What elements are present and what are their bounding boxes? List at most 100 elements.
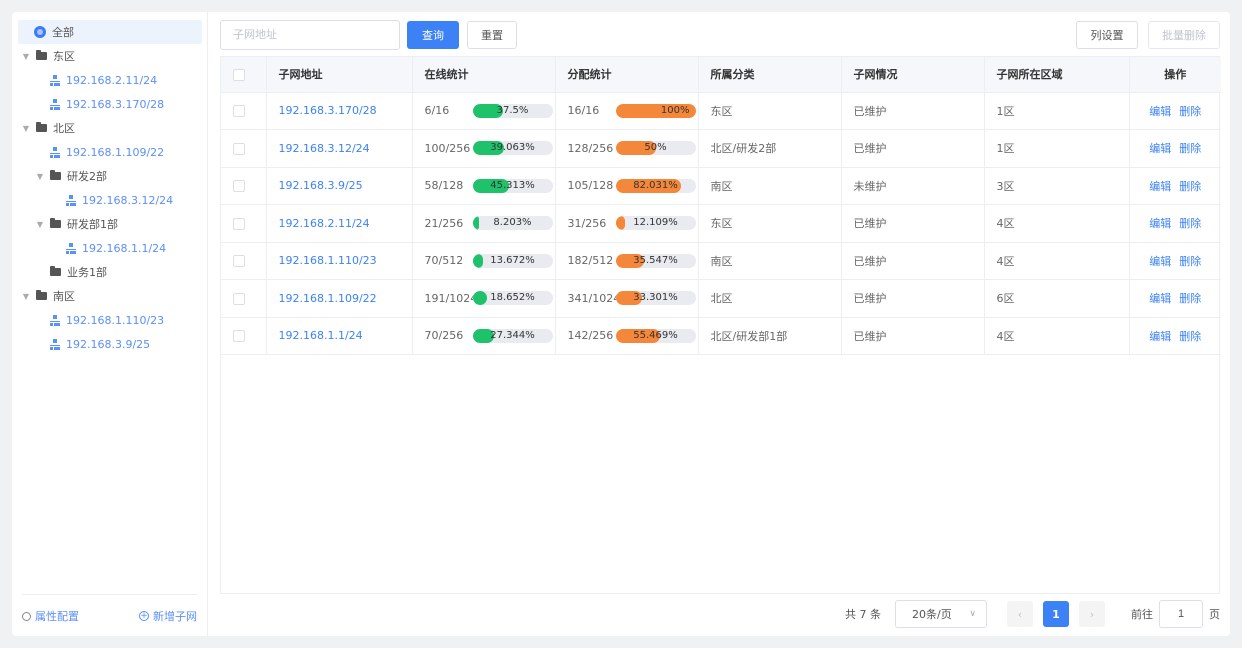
delete-link[interactable]: 删除 [1179, 217, 1201, 230]
query-button[interactable]: 查询 [407, 21, 459, 49]
column-header[interactable]: 子网地址 [266, 57, 413, 93]
tree-subnet[interactable]: 192.168.1.109/22 [12, 140, 208, 164]
tree-subnet[interactable]: 192.168.3.12/24 [12, 188, 208, 212]
row-checkbox[interactable] [233, 255, 245, 268]
column-settings-button[interactable]: 列设置 [1076, 21, 1138, 49]
page-size-select[interactable]: 20条/页 ∨ [895, 600, 987, 628]
edit-link[interactable]: 编辑 [1149, 105, 1171, 118]
plus-circle-icon: + [139, 611, 149, 621]
page-number-button[interactable]: 1 [1043, 601, 1069, 627]
alloc-percent: 100% [660, 104, 690, 116]
edit-link[interactable]: 编辑 [1149, 142, 1171, 155]
caret-down-icon[interactable]: ▼ [20, 52, 32, 61]
table-row[interactable]: 192.168.2.11/24 21/256 8.203% 31/256 12.109%… [221, 204, 1221, 243]
table-row[interactable]: 192.168.1.110/23 70/512 13.672% 182/512 35.5… [221, 242, 1221, 280]
category-cell: 南区 [698, 167, 842, 205]
select-all-cell [221, 57, 267, 93]
online-ratio: 191/1024 [424, 291, 478, 305]
tree-group-rd2[interactable]: ▼ 研发2部 [12, 164, 208, 188]
subnet-address-link[interactable]: 192.168.3.12/24 [279, 142, 370, 155]
alloc-progress-bar: 100% [615, 103, 696, 118]
subnet-address-link[interactable]: 192.168.1.109/22 [279, 292, 377, 305]
table-row[interactable]: 192.168.1.109/22 191/1024 18.652% 341/1024 3… [221, 279, 1221, 318]
network-icon [50, 315, 60, 326]
edit-link[interactable]: 编辑 [1149, 255, 1171, 268]
column-header[interactable]: 所属分类 [698, 57, 842, 93]
tree-group-biz1[interactable]: 业务1部 [12, 260, 208, 284]
caret-down-icon[interactable]: ▼ [20, 292, 32, 301]
delete-link[interactable]: 删除 [1179, 330, 1201, 343]
next-page-button[interactable]: › [1079, 601, 1105, 627]
row-checkbox[interactable] [233, 292, 245, 305]
delete-link[interactable]: 删除 [1179, 180, 1201, 193]
page-size-value: 20条/页 [912, 608, 952, 621]
area-cell: 4区 [984, 204, 1130, 243]
subnet-address-link[interactable]: 192.168.1.110/23 [279, 254, 377, 267]
tree-subnet[interactable]: 192.168.3.170/28 [12, 92, 208, 116]
folder-icon [36, 122, 47, 132]
status-cell: 已维护 [841, 317, 985, 355]
table-row[interactable]: 192.168.3.9/25 58/128 45.313% 105/128 82.031… [221, 167, 1221, 205]
subnet-tree-sidebar: 全部 ▼ 东区 192.168.2.11/24 192.168.3.170/28… [12, 12, 208, 636]
goto-label: 前往 [1131, 608, 1153, 621]
row-checkbox[interactable] [233, 142, 245, 155]
row-checkbox[interactable] [233, 330, 245, 343]
delete-link[interactable]: 删除 [1179, 142, 1201, 155]
row-checkbox[interactable] [233, 105, 245, 118]
caret-down-icon[interactable]: ▼ [34, 172, 46, 181]
tree-subnet[interactable]: 192.168.1.1/24 [12, 236, 208, 260]
row-checkbox[interactable] [233, 180, 245, 193]
delete-link[interactable]: 删除 [1179, 105, 1201, 118]
column-header[interactable]: 子网所在区域 [984, 57, 1130, 93]
subnet-address-link[interactable]: 192.168.3.170/28 [279, 104, 377, 117]
table-row[interactable]: 192.168.3.170/28 6/16 37.5% 16/16 100% 东区 已维护 1… [221, 92, 1221, 130]
column-header[interactable]: 子网情况 [841, 57, 985, 93]
table-row[interactable]: 192.168.3.12/24 100/256 39.063% 128/256 50% 北… [221, 129, 1221, 168]
subnet-address-link[interactable]: 192.168.1.1/24 [279, 329, 363, 342]
tree-group-rd1[interactable]: ▼ 研发部1部 [12, 212, 208, 236]
sidebar-footer: 属性配置 + 新增子网 [22, 594, 197, 624]
online-stat-cell: 70/512 13.672% [412, 242, 556, 280]
subnet-search-input[interactable] [220, 20, 400, 50]
edit-link[interactable]: 编辑 [1149, 180, 1171, 193]
edit-link[interactable]: 编辑 [1149, 330, 1171, 343]
table-row[interactable]: 192.168.1.1/24 70/256 27.344% 142/256 55.469… [221, 317, 1221, 355]
online-progress-bar: 37.5% [472, 103, 553, 118]
folder-icon [50, 218, 61, 228]
delete-link[interactable]: 删除 [1179, 292, 1201, 305]
category-cell: 东区 [698, 92, 842, 130]
goto-page-input[interactable] [1159, 600, 1203, 628]
row-checkbox[interactable] [233, 217, 245, 230]
tree-subnet[interactable]: 192.168.3.9/25 [12, 332, 208, 356]
column-header[interactable]: 分配统计 [555, 57, 699, 93]
online-percent: 8.203% [493, 217, 532, 229]
batch-delete-button[interactable]: 批量删除 [1148, 21, 1220, 49]
delete-link[interactable]: 删除 [1179, 255, 1201, 268]
reset-button[interactable]: 重置 [467, 21, 517, 49]
subnet-address-link[interactable]: 192.168.2.11/24 [279, 217, 370, 230]
select-all-checkbox[interactable] [233, 68, 245, 81]
prev-page-button[interactable]: ‹ [1007, 601, 1033, 627]
tree-subnet[interactable]: 192.168.1.110/23 [12, 308, 208, 332]
edit-link[interactable]: 编辑 [1149, 217, 1171, 230]
attribute-config-button[interactable]: 属性配置 [22, 608, 79, 624]
category-cell: 南区 [698, 242, 842, 280]
category-cell: 北区 [698, 279, 842, 318]
tree-group-south[interactable]: ▼ 南区 [12, 284, 208, 308]
alloc-ratio: 16/16 [567, 104, 600, 118]
tree-subnet[interactable]: 192.168.2.11/24 [12, 68, 208, 92]
caret-down-icon[interactable]: ▼ [34, 220, 46, 229]
edit-link[interactable]: 编辑 [1149, 292, 1171, 305]
alloc-percent: 82.031% [633, 179, 678, 191]
tree-group-east[interactable]: ▼ 东区 [12, 44, 208, 68]
network-icon [50, 147, 60, 158]
tree-node-all[interactable]: 全部 [18, 20, 202, 44]
tree-group-north[interactable]: ▼ 北区 [12, 116, 208, 140]
main-panel: 全部 ▼ 东区 192.168.2.11/24 192.168.3.170/28… [12, 12, 1230, 636]
column-header[interactable]: 在线统计 [412, 57, 556, 93]
caret-down-icon[interactable]: ▼ [20, 124, 32, 133]
online-progress-bar: 39.063% [472, 141, 553, 156]
add-subnet-button[interactable]: + 新增子网 [139, 608, 197, 624]
subnet-address-link[interactable]: 192.168.3.9/25 [279, 179, 363, 192]
alloc-ratio: 105/128 [567, 179, 614, 193]
